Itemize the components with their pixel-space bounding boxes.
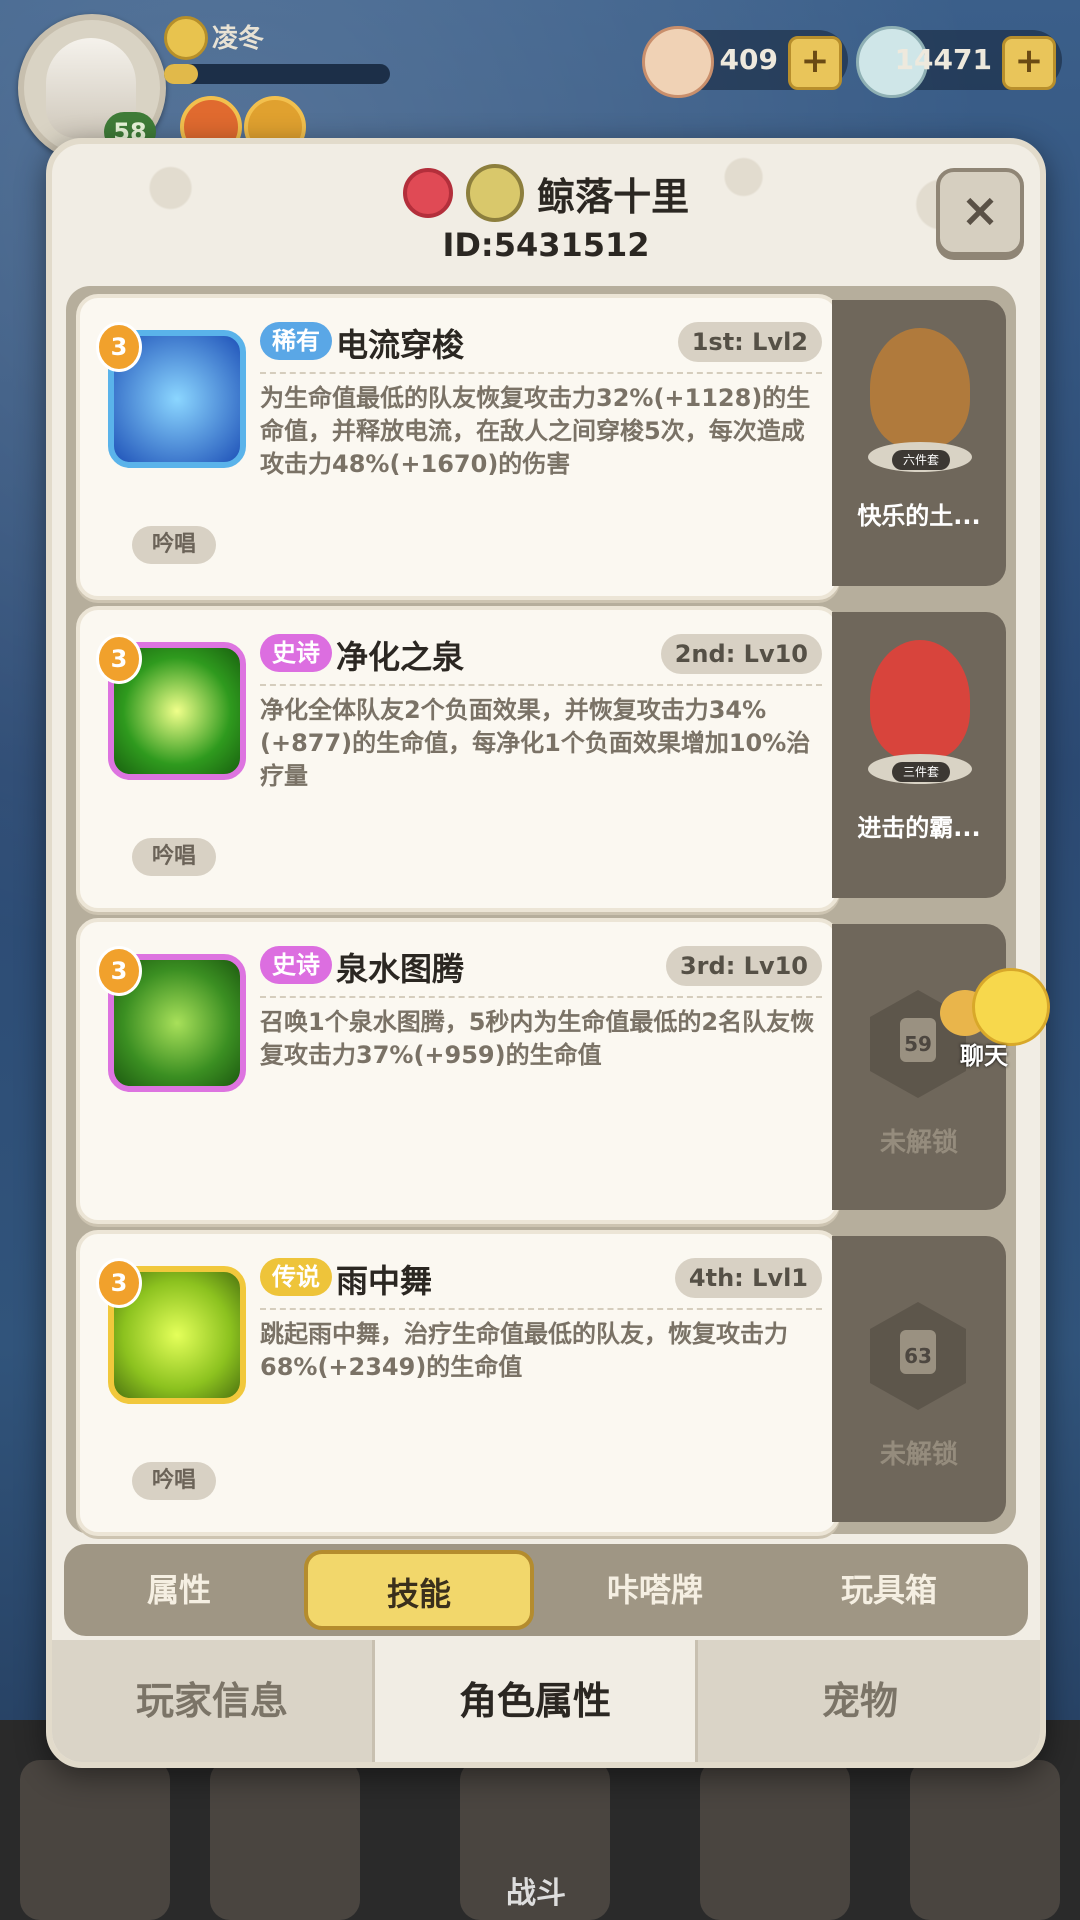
key-icon: [402, 168, 453, 218]
outfit-set-slot[interactable]: 三件套 进击的霸...: [832, 612, 1006, 898]
tab-attributes[interactable]: 属性: [64, 1544, 294, 1636]
set-label: 六件套: [892, 450, 950, 470]
add-gems-button[interactable]: +: [1002, 36, 1056, 90]
currency-gems: 14471 +: [856, 26, 1062, 98]
exp-bar: [164, 64, 390, 84]
skill-tier-badge: 3: [96, 946, 142, 996]
chat-button[interactable]: 聊天: [940, 968, 1050, 1070]
panel-title: 鲸落十里: [52, 164, 1040, 224]
skill-description: 为生命值最低的队友恢复攻击力32%(+1128)的生命值，并释放电流，在敌人之间…: [260, 384, 811, 478]
skill-tier-badge: 3: [96, 1258, 142, 1308]
skill-tier-badge: 3: [96, 634, 142, 684]
skill-description: 召唤1个泉水图腾，5秒内为生命值最低的2名队友恢复攻击力37%(+959)的生命…: [260, 1008, 815, 1069]
skill-card[interactable]: 3 史诗 净化之泉 2nd: Lv10 净化全体队友2个负面效果，并恢复攻击力3…: [76, 606, 840, 912]
nav-slot-2[interactable]: [210, 1760, 360, 1920]
locked-label: 未解锁: [879, 1440, 958, 1470]
skill-level: 1st: Lvl2: [677, 322, 822, 362]
panel-player-name: 鲸落十里: [537, 174, 690, 219]
nav-slot-4[interactable]: [700, 1760, 850, 1920]
nav-slot-5[interactable]: [910, 1760, 1060, 1920]
fight-label[interactable]: 战斗: [506, 1868, 566, 1912]
skill-name: 电流穿梭: [336, 326, 465, 364]
skill-name: 泉水图腾: [336, 950, 465, 988]
smile-icon: [972, 968, 1050, 1046]
set-label: 三件套: [892, 762, 950, 782]
skill-card[interactable]: 3 史诗 泉水图腾 3rd: Lv10 召唤1个泉水图腾，5秒内为生命值最低的2…: [76, 918, 840, 1224]
skill-level: 3rd: Lv10: [665, 946, 822, 986]
skill-list[interactable]: 3 稀有 电流穿梭 1st: Lvl2 为生命值最低的队友恢复攻击力32%(+1…: [66, 286, 1016, 1536]
skill-card[interactable]: 3 稀有 电流穿梭 1st: Lvl2 为生命值最低的队友恢复攻击力32%(+1…: [76, 294, 840, 600]
tab-pets[interactable]: 宠物: [692, 1640, 1028, 1762]
skill-tier-badge: 3: [96, 322, 142, 372]
detail-tabs: 属性 技能 咔嗒牌 玩具箱: [64, 1544, 1028, 1636]
skill-name: 净化之泉: [336, 638, 465, 676]
chat-label: 聊天: [960, 1042, 1008, 1070]
add-shells-button[interactable]: +: [788, 36, 842, 90]
currency-shells: 409 +: [642, 26, 848, 98]
locked-set-slot[interactable]: 63 未解锁: [832, 1236, 1006, 1522]
tab-toybox[interactable]: 玩具箱: [774, 1544, 1004, 1636]
close-button[interactable]: ×: [936, 168, 1024, 256]
skill-level: 4th: Lvl1: [674, 1258, 822, 1298]
tab-skills[interactable]: 技能: [304, 1550, 534, 1630]
skill-description: 净化全体队友2个负面效果，并恢复攻击力34%(+877)的生命值，每净化1个负面…: [260, 696, 811, 790]
tab-player-info[interactable]: 玩家信息: [52, 1640, 372, 1762]
divider: [260, 1308, 822, 1310]
rarity-tag: 传说: [260, 1258, 332, 1296]
set-name: 进击的霸...: [857, 814, 981, 842]
player-id: ID:5431512: [442, 226, 650, 264]
divider: [260, 996, 822, 998]
dino-figure-icon: [870, 640, 970, 760]
tab-character-attributes[interactable]: 角色属性: [372, 1640, 698, 1762]
skill-name: 雨中舞: [336, 1262, 433, 1300]
chant-tag: 吟唱: [132, 526, 216, 564]
shells-value: 409: [719, 43, 778, 76]
outfit-set-slot[interactable]: 六件套 快乐的土...: [832, 300, 1006, 586]
chant-tag: 吟唱: [132, 838, 216, 876]
lock-hex: 63: [870, 1302, 966, 1410]
skill-description: 跳起雨中舞，治疗生命值最低的队友，恢复攻击力68%(+2349)的生命值: [260, 1320, 788, 1381]
rarity-tag: 史诗: [260, 946, 332, 984]
rarity-tag: 稀有: [260, 322, 332, 360]
player-name: 凌冬: [212, 24, 265, 54]
skill-card[interactable]: 3 传说 雨中舞 4th: Lvl1 跳起雨中舞，治疗生命值最低的队友，恢复攻击…: [76, 1230, 840, 1536]
nav-slot-1[interactable]: [20, 1760, 170, 1920]
set-name: 快乐的土...: [857, 502, 981, 530]
title-badge-icon: [465, 164, 524, 222]
tab-cards[interactable]: 咔嗒牌: [540, 1544, 770, 1636]
skill-level: 2nd: Lv10: [660, 634, 822, 674]
owl-figure-icon: [870, 328, 970, 448]
shell-icon: [642, 26, 714, 98]
panel-bottom-tabs: 玩家信息 角色属性 宠物: [52, 1640, 1040, 1762]
rarity-tag: 史诗: [260, 634, 332, 672]
player-profile-panel: 鲸落十里 ID:5431512 × 3 稀有 电流穿梭 1st: Lvl2 为生…: [46, 138, 1046, 1768]
locked-label: 未解锁: [879, 1128, 958, 1158]
gems-value: 14471: [894, 43, 992, 76]
lock-icon: 59: [900, 1018, 936, 1062]
rank-icon: [164, 16, 208, 60]
divider: [260, 372, 822, 374]
lock-icon: 63: [900, 1330, 936, 1374]
chant-tag: 吟唱: [132, 1462, 216, 1500]
divider: [260, 684, 822, 686]
